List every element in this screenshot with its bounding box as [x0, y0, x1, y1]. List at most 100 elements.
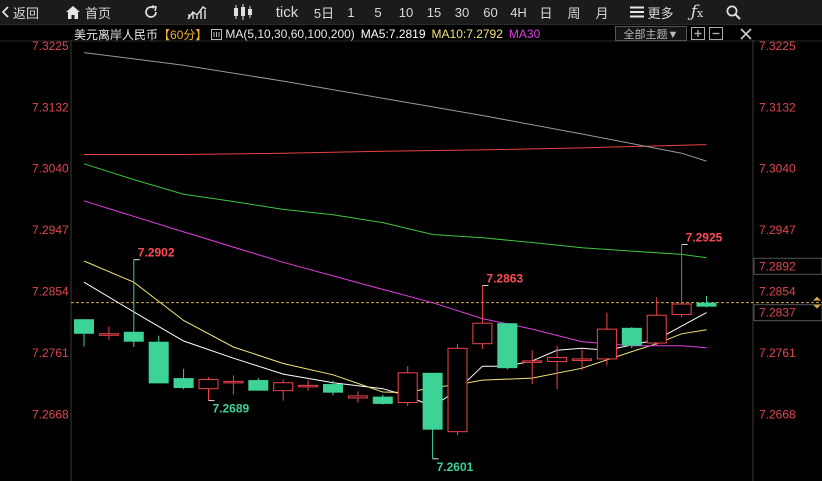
extreme-price-label: 7.2601 [437, 460, 474, 474]
add-indicator-icon [691, 27, 705, 40]
candle-body [123, 331, 144, 342]
indicator-legend: 美元离岸人民币 【60分】 MA(5,10,30,60,100,200) MA5… [74, 25, 546, 43]
ma30-value: MA30 [508, 27, 541, 41]
ma5-value: MA5:7.2819 [360, 27, 426, 41]
candlesticks [74, 244, 717, 459]
refresh-icon [145, 5, 157, 18]
candle [123, 259, 144, 347]
candle [572, 349, 592, 371]
candle-body [273, 382, 294, 392]
price-annotations: 7.2902 7.2689 7.2863 7.2601 7.2925 [133, 230, 723, 474]
candlestick-button[interactable] [230, 0, 256, 24]
period-5day[interactable]: 5日 [310, 0, 338, 24]
add-indicator-button[interactable] [690, 26, 706, 41]
candlestick-icon [234, 4, 252, 20]
candle [248, 378, 269, 391]
remove-indicator-button[interactable] [708, 26, 724, 41]
period-week[interactable]: 周 [560, 0, 588, 24]
search-button[interactable] [722, 0, 744, 24]
left-tick-label: 7.3225 [32, 39, 69, 53]
candle-body [596, 328, 617, 360]
candle-body [223, 380, 244, 384]
home-icon [66, 5, 80, 19]
more-button[interactable]: 更多 [626, 0, 678, 24]
period-label: 【60分】 [158, 27, 208, 42]
left-tick-label: 7.3132 [32, 101, 69, 115]
candle [323, 380, 343, 396]
candle-body [472, 322, 493, 345]
right-tick-label: 7.3040 [759, 161, 796, 175]
left-tick-label: 7.2854 [32, 284, 69, 298]
left-tick-label: 7.2947 [32, 223, 69, 237]
high-price-box-label: 7.2892 [759, 259, 796, 273]
back-chevron-icon [2, 6, 9, 18]
extreme-price-label: 7.2925 [686, 230, 723, 244]
candle [273, 379, 294, 401]
candle [74, 319, 94, 347]
home-button[interactable]: 首页 [66, 0, 138, 24]
candle [696, 296, 717, 308]
tick-button[interactable]: tick [270, 0, 304, 24]
left-price-axis: 7.3225 7.3132 7.3040 7.2947 7.2854 7.2761 7.26… [32, 39, 69, 421]
close-icon [740, 27, 752, 40]
formula-button[interactable]: ƒx [684, 0, 710, 24]
candle-body [173, 378, 194, 389]
candle-body [98, 333, 119, 336]
symbol-name: 美元离岸人民币 [74, 27, 159, 42]
candle-body [447, 347, 468, 433]
candle [98, 326, 119, 340]
remove-indicator-icon [709, 27, 723, 40]
candle [422, 372, 443, 459]
close-indicator-button[interactable] [738, 26, 754, 41]
period-10min[interactable]: 10 [392, 0, 420, 24]
period-month[interactable]: 月 [588, 0, 616, 24]
candle-body [148, 341, 169, 384]
candle-body [372, 396, 393, 404]
line-chart-button[interactable] [184, 0, 210, 24]
extreme-price-label: 7.2902 [138, 246, 175, 260]
left-tick-label: 7.2668 [32, 407, 69, 421]
period-1min[interactable]: 1 [338, 0, 364, 24]
candle-body [323, 384, 343, 393]
ma10-value: MA10:7.2792 [431, 27, 503, 41]
left-tick-label: 7.3040 [32, 161, 69, 175]
right-tick-label: 7.3225 [759, 39, 796, 53]
candle [522, 350, 543, 385]
candle [173, 368, 194, 390]
period-day[interactable]: 日 [532, 0, 560, 24]
candle-body [522, 360, 543, 363]
candle-body [74, 319, 94, 334]
candle [497, 323, 518, 370]
candle-body [397, 372, 418, 404]
candle-body [298, 384, 319, 388]
theme-select[interactable]: 全部主题▼ [615, 26, 687, 41]
candle [621, 327, 642, 349]
candle [298, 380, 319, 391]
refresh-button[interactable] [138, 0, 164, 24]
price-chart[interactable]: 7.29027.26897.28637.26017.2925 7.32257.3… [0, 0, 822, 481]
candle-body [646, 314, 667, 344]
period-5min[interactable]: 5 [364, 0, 392, 24]
period-60min[interactable]: 60 [476, 0, 505, 24]
candle-body [248, 380, 269, 391]
settings-icon[interactable] [211, 28, 223, 40]
period-4h[interactable]: 4H [505, 0, 532, 24]
candle [223, 375, 244, 395]
candle [397, 366, 418, 406]
line-chart-icon [187, 6, 207, 20]
period-15min[interactable]: 15 [420, 0, 448, 24]
ma30-line [83, 200, 707, 349]
candle-body [497, 323, 518, 369]
ma200-line [83, 52, 707, 162]
back-button[interactable]: 返回 [0, 0, 46, 24]
ma10-line [83, 260, 707, 394]
extreme-price-label: 7.2689 [213, 402, 250, 416]
candle-body [696, 302, 717, 307]
candle [198, 377, 219, 401]
candle-body [347, 395, 368, 399]
right-tick-label: 7.2668 [759, 407, 796, 421]
period-30min[interactable]: 30 [448, 0, 476, 24]
ma60-line [83, 163, 707, 259]
candle [596, 312, 617, 366]
candle [447, 344, 468, 435]
